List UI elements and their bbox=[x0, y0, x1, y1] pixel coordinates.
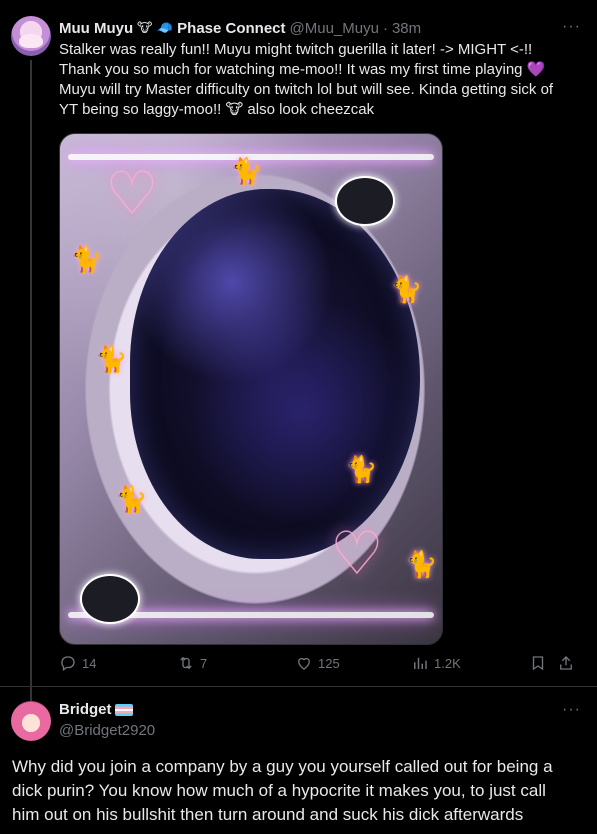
handle[interactable]: @Muu_Muyu bbox=[290, 20, 379, 37]
share-icon bbox=[560, 656, 572, 670]
kuromi-sticker bbox=[335, 176, 395, 226]
cat-sticker: 🐈 bbox=[390, 274, 423, 304]
tweet-text-line: dick purin? You know how much of a hypoc… bbox=[12, 781, 546, 800]
display-name[interactable]: Bridget bbox=[59, 701, 133, 718]
tweet-text-line: Thank you so much for watching me-moo!! … bbox=[59, 61, 546, 78]
cat-sticker: 🐈 bbox=[95, 344, 128, 374]
display-name[interactable]: Muu Muyu bbox=[59, 20, 133, 37]
views-icon bbox=[414, 657, 427, 669]
more-icon[interactable]: ··· bbox=[562, 701, 581, 719]
tweet-text-line: him out on his bullshit then turn around… bbox=[12, 805, 524, 824]
cat-sticker: 🐈 bbox=[115, 484, 148, 514]
tweet-photo[interactable]: ♡ ♡ 🐈 🐈 🐈 🐈 🐈 🐈 🐈 bbox=[59, 133, 443, 645]
reply-count: 14 bbox=[82, 655, 97, 671]
tweet-header: Bridget bbox=[59, 701, 133, 718]
heart-sticker: ♡ bbox=[330, 520, 384, 587]
like-count: 125 bbox=[318, 655, 340, 671]
trans-flag-emoji bbox=[114, 703, 133, 716]
tweet-text-line: Stalker was really fun!! Muyu might twit… bbox=[59, 41, 533, 58]
tweet-reply: Bridget @Bridget2920 ··· Why did you joi… bbox=[0, 687, 597, 834]
repost-count: 7 bbox=[200, 655, 208, 671]
views-count: 1.2K bbox=[434, 655, 461, 671]
cat-sticker: 🐈 bbox=[70, 244, 103, 274]
cheesecake bbox=[130, 189, 420, 559]
like-icon bbox=[298, 657, 310, 670]
cap-emoji: 🧢 bbox=[156, 20, 173, 35]
tweet-header: Muu Muyu 🐮 🧢 Phase Connect @Muu_Muyu · 3… bbox=[59, 18, 421, 38]
cat-sticker: 🐈 bbox=[345, 454, 378, 484]
cat-sticker: 🐈 bbox=[405, 549, 438, 579]
repost-icon bbox=[180, 656, 192, 670]
avatar[interactable] bbox=[11, 701, 51, 741]
reply-icon bbox=[61, 656, 75, 672]
avatar[interactable] bbox=[11, 16, 51, 56]
reply-button[interactable]: 14 bbox=[59, 654, 96, 672]
handle[interactable]: @Bridget2920 bbox=[59, 722, 155, 739]
tweet-text: Stalker was really fun!! Muyu might twit… bbox=[59, 40, 584, 120]
cow-emoji: 🐮 bbox=[136, 20, 153, 35]
tweet-text-line: Muyu will try Master difficulty on twitc… bbox=[59, 81, 554, 98]
tweet-parent: Muu Muyu 🐮 🧢 Phase Connect @Muu_Muyu · 3… bbox=[0, 0, 597, 720]
views-button[interactable]: 1.2K bbox=[411, 654, 461, 672]
separator: · bbox=[382, 19, 388, 37]
bookmark-icon bbox=[532, 656, 544, 671]
tweet-text-line: Why did you join a company by a guy you … bbox=[12, 757, 553, 776]
heart-sticker: ♡ bbox=[105, 160, 159, 227]
more-icon[interactable]: ··· bbox=[562, 18, 581, 36]
tweet-text: Why did you join a company by a guy you … bbox=[12, 755, 587, 827]
display-name-text: Bridget bbox=[59, 701, 112, 718]
cat-sticker: 🐈 bbox=[230, 156, 263, 186]
thread-connector bbox=[30, 60, 32, 720]
affiliation: Phase Connect bbox=[177, 19, 286, 37]
kuromi-sticker bbox=[80, 574, 140, 624]
tweet-text-line: YT being so laggy-moo!! 🐮 also look chee… bbox=[59, 101, 375, 118]
repost-button[interactable]: 7 bbox=[177, 654, 207, 672]
timestamp[interactable]: 38m bbox=[392, 20, 421, 37]
bookmark-button[interactable] bbox=[529, 654, 547, 672]
like-button[interactable]: 125 bbox=[295, 654, 340, 672]
action-bar: 14 7 125 1.2K bbox=[59, 654, 584, 674]
share-button[interactable] bbox=[557, 654, 575, 672]
